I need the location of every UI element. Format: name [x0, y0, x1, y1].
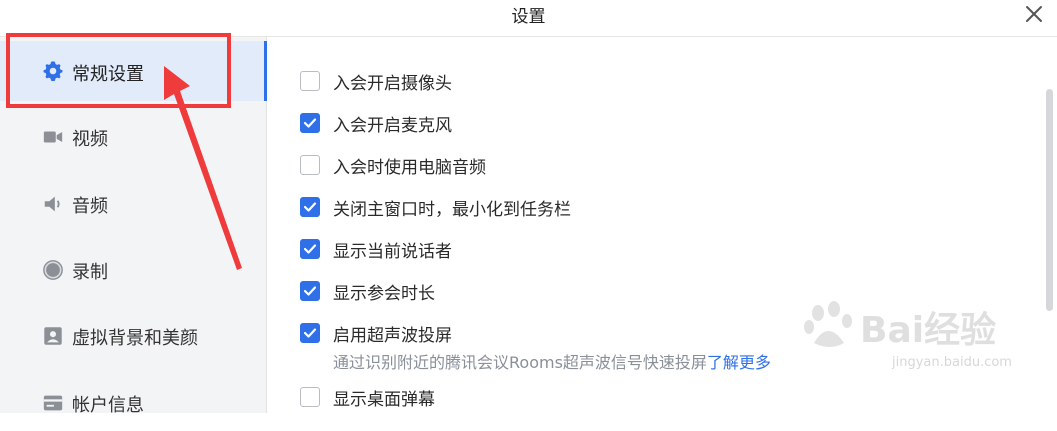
- window-title: 设置: [511, 7, 546, 27]
- close-icon[interactable]: [1023, 3, 1045, 25]
- sidebar-item-virtual-background[interactable]: 虚拟背景和美颜: [0, 305, 266, 365]
- settings-sidebar: 常规设置 视频 音频 录制 虚拟背景和美颜 帐户信息: [0, 37, 267, 416]
- checkmark-icon: [303, 202, 317, 212]
- sidebar-item-video[interactable]: 视频: [0, 106, 266, 166]
- title-bar: 设置: [0, 0, 1057, 37]
- checkbox[interactable]: [300, 71, 320, 91]
- checkmark-icon: [303, 328, 317, 338]
- option-label: 入会开启麦克风: [333, 116, 452, 136]
- learn-more-link[interactable]: 了解更多: [707, 353, 771, 372]
- option-label: 显示参会时长: [333, 284, 435, 304]
- option-label: 显示当前说话者: [333, 242, 452, 262]
- checkbox-checked[interactable]: [300, 197, 320, 217]
- checkmark-icon: [303, 244, 317, 254]
- checkbox[interactable]: [300, 387, 320, 407]
- checkbox-checked[interactable]: [300, 281, 320, 301]
- sidebar-item-account[interactable]: 帐户信息: [0, 371, 266, 431]
- checkmark-icon: [303, 286, 317, 296]
- ultrasonic-description: 通过识别附近的腾讯会议Rooms超声波信号快速投屏了解更多: [333, 349, 771, 373]
- checkbox-checked[interactable]: [300, 323, 320, 343]
- sidebar-item-general[interactable]: 常规设置: [0, 41, 267, 101]
- video-camera-icon: [43, 131, 63, 143]
- checkmark-icon: [303, 118, 317, 128]
- checkbox-checked[interactable]: [300, 239, 320, 259]
- general-settings-panel: 入会开启摄像头 入会开启麦克风 入会时使用电脑音频 关闭主窗口时，最小化到任务栏…: [267, 37, 1057, 413]
- record-icon: [43, 260, 63, 280]
- close-button[interactable]: [1023, 3, 1045, 25]
- option-label: 关闭主窗口时，最小化到任务栏: [333, 200, 571, 220]
- portrait-icon: [44, 327, 62, 345]
- option-label: 启用超声波投屏: [333, 326, 452, 346]
- checkbox[interactable]: [300, 155, 320, 175]
- sidebar-item-label: 音频: [72, 196, 108, 217]
- option-label: 入会时使用电脑音频: [333, 158, 486, 178]
- option-label: 显示桌面弹幕: [333, 390, 435, 410]
- speaker-icon: [44, 196, 60, 212]
- gear-icon: [43, 61, 63, 82]
- option-label: 入会开启摄像头: [333, 74, 452, 94]
- sidebar-item-audio[interactable]: 音频: [0, 173, 266, 233]
- sidebar-item-label: 帐户信息: [72, 395, 144, 416]
- scrollbar[interactable]: [1046, 89, 1053, 311]
- sidebar-item-label: 录制: [72, 262, 108, 283]
- sidebar-item-label: 视频: [72, 129, 108, 150]
- account-card-icon: [43, 395, 63, 411]
- sidebar-item-label: 常规设置: [72, 64, 144, 85]
- description-text: 通过识别附近的腾讯会议Rooms超声波信号快速投屏: [333, 353, 707, 372]
- checkbox-checked[interactable]: [300, 113, 320, 133]
- sidebar-item-recording[interactable]: 录制: [0, 239, 266, 299]
- sidebar-item-label: 虚拟背景和美颜: [72, 328, 198, 349]
